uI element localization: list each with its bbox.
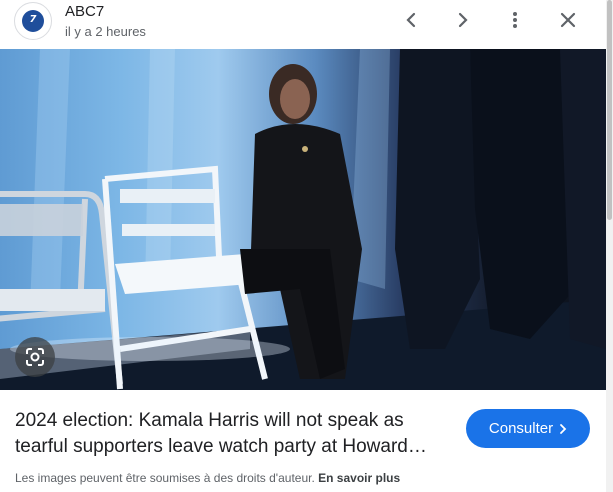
previous-button[interactable]: [397, 8, 425, 32]
article-title[interactable]: 2024 election: Kamala Harris will not sp…: [15, 408, 455, 460]
source-avatar[interactable]: 7: [14, 2, 52, 40]
copyright-notice: Les images peuvent être soumises à des d…: [15, 471, 400, 485]
visit-button[interactable]: Consulter: [466, 409, 590, 448]
result-header: 7 ABC7 il y a 2 heures: [0, 0, 606, 48]
close-button[interactable]: [554, 8, 582, 32]
visual-search-button[interactable]: [15, 337, 55, 377]
chevron-right-icon: [458, 12, 468, 28]
source-time: il y a 2 heures: [65, 24, 146, 39]
more-vert-icon: [513, 12, 517, 28]
copyright-text: Les images peuvent être soumises à des d…: [15, 471, 315, 485]
abc7-logo-icon: 7: [22, 10, 44, 32]
close-icon: [560, 12, 576, 28]
article-image[interactable]: [0, 49, 606, 390]
logo-text: 7: [29, 14, 37, 25]
scrollbar-thumb[interactable]: [607, 0, 612, 220]
chevron-right-icon: [560, 423, 567, 434]
more-options-button[interactable]: [501, 8, 529, 32]
visit-button-label: Consulter: [488, 420, 554, 437]
next-button[interactable]: [449, 8, 477, 32]
chevron-left-icon: [406, 12, 416, 28]
photo-illustration: [0, 49, 606, 390]
source-name[interactable]: ABC7: [65, 3, 104, 20]
learn-more-link[interactable]: En savoir plus: [318, 471, 400, 485]
lens-icon: [26, 348, 44, 366]
